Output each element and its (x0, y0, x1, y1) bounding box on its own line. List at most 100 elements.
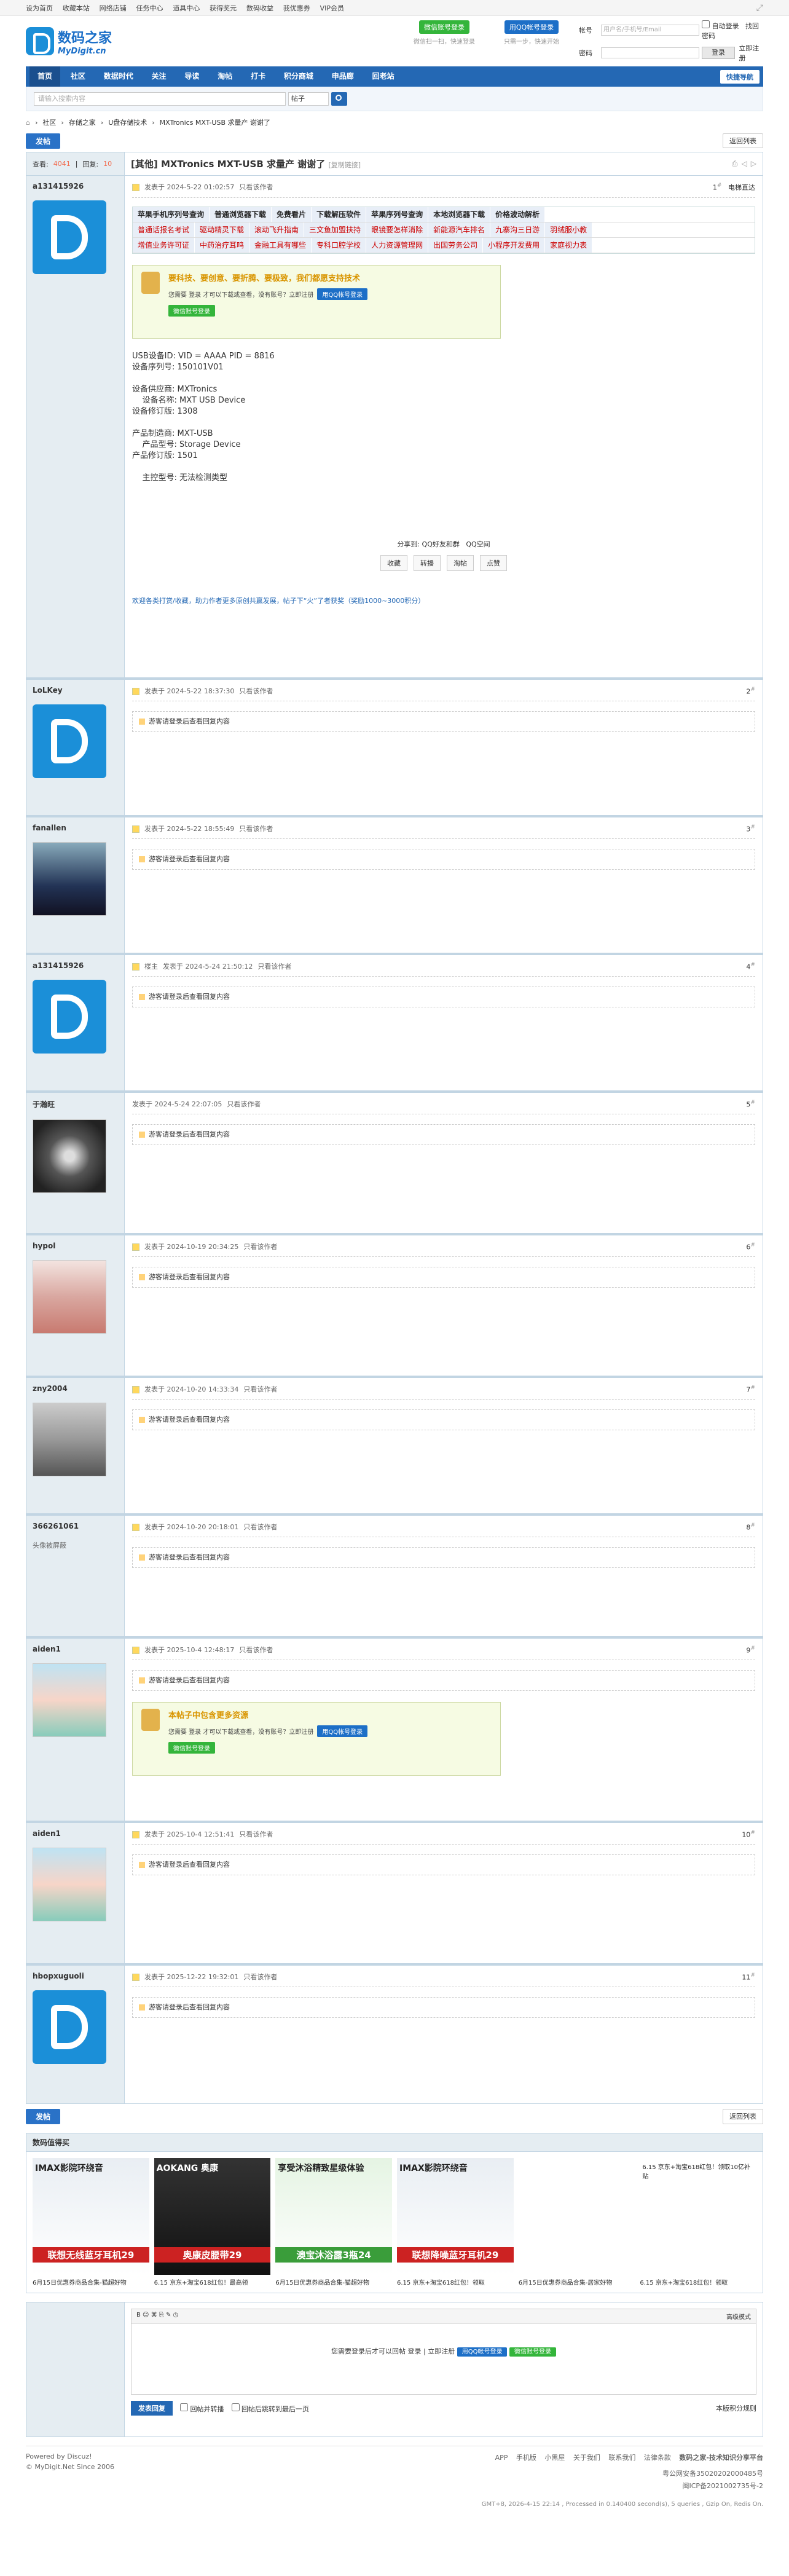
post-author[interactable]: 于瀚旺 (33, 1099, 118, 1109)
lock-text[interactable]: 游客请登录后查看回复内容 (149, 2003, 230, 2011)
vip-line[interactable]: 您需要 登录 才可以下载或查看，没有账号？立即注册 (168, 1727, 313, 1736)
only-author-link[interactable]: 只看该作者 (243, 1523, 277, 1531)
only-author-link[interactable]: 只看该作者 (243, 1385, 277, 1393)
recommend-item[interactable]: 享受沐浴精致星级体验 澳宝沐浴露3瓶24 6月15日优惠券商品合集-猫超好物 (275, 2158, 393, 2286)
footer-link[interactable]: 关于我们 (573, 2454, 600, 2462)
breadcrumb-item[interactable]: 社区 (42, 117, 56, 127)
send-reply-button[interactable]: 发表回复 (131, 2401, 173, 2416)
post-author[interactable]: a131415926 (33, 182, 118, 191)
taotie-button[interactable]: 淘帖 (447, 554, 474, 571)
ad-link[interactable]: 中药治疗耳鸣 (195, 237, 250, 253)
breadcrumb-item[interactable]: 存储之家 (69, 117, 96, 127)
lock-text[interactable]: 游客请登录后查看回复内容 (149, 1861, 230, 1869)
only-author-link[interactable]: 只看该作者 (227, 1100, 261, 1108)
post-author[interactable]: zny2004 (33, 1384, 118, 1393)
copy-link[interactable]: [复制链接] (328, 161, 361, 169)
login-button[interactable]: 登录 (702, 46, 736, 59)
ad-link[interactable]: 家庭视力表 (545, 237, 593, 253)
ad-link[interactable]: 人力资源管理网 (366, 237, 429, 253)
recommend-desc[interactable]: 6.15 京东+淘宝618红包！最高领 (154, 2277, 271, 2286)
qq-login-button[interactable]: 用QQ帐号登录 (457, 2347, 508, 2357)
avatar[interactable] (33, 1260, 106, 1334)
back-to-list-button[interactable]: 返回列表 (723, 2109, 763, 2124)
rules-link[interactable]: 本版积分规则 (716, 2403, 756, 2413)
avatar[interactable] (33, 200, 106, 274)
nav-home[interactable]: 首页 (29, 66, 61, 87)
avatar[interactable] (33, 1119, 106, 1193)
only-author-link[interactable]: 只看该作者 (239, 825, 273, 833)
ad-link[interactable]: 新能源汽车排名 (428, 222, 491, 237)
top-link[interactable]: 设为首页 (26, 4, 53, 12)
ad-link[interactable]: 三文鱼加盟扶持 (304, 222, 367, 237)
favorite-button[interactable]: 收藏 (380, 554, 407, 571)
print-icon[interactable]: ⎙ (732, 159, 738, 168)
only-author-link[interactable]: 只看该作者 (239, 1646, 273, 1654)
reply-editor[interactable]: B ☺ ⌘ ⎘ ✎ ◷ 高级模式 您需要登录后才可以回帖 登录 | 立即注册 用Q… (131, 2309, 756, 2395)
floor-number[interactable]: 10 (742, 1831, 750, 1839)
ad-link[interactable]: 滚动飞升指南 (249, 222, 305, 237)
lock-text[interactable]: 游客请登录后查看回复内容 (149, 1273, 230, 1281)
search-button[interactable] (331, 92, 347, 106)
recommend-item[interactable]: 6月15日优惠券商品合集-居家好物 (518, 2158, 635, 2286)
powered-by[interactable]: Powered by Discuz! (26, 2452, 114, 2460)
register-link[interactable]: 立即注册 (739, 43, 763, 63)
lock-text[interactable]: 游客请登录后查看回复内容 (149, 1553, 230, 1561)
qq-login-button[interactable]: 用QQ帐号登录 (317, 288, 368, 300)
ad-link[interactable]: 眼镜要怎样消除 (366, 222, 429, 237)
wechat-login-button[interactable]: 微信账号登录 (509, 2347, 556, 2357)
post-author[interactable]: aiden1 (33, 1829, 118, 1838)
password-input[interactable] (601, 47, 699, 58)
recommend-desc[interactable]: 6.15 京东+淘宝618红包！领取 (640, 2277, 756, 2286)
avatar[interactable] (33, 980, 106, 1054)
ad-link[interactable]: 免费看片 (272, 207, 312, 222)
nav-taotie[interactable]: 淘帖 (210, 66, 240, 87)
avatar[interactable] (33, 1990, 106, 2064)
ad-link[interactable]: 羽绒服小教 (545, 222, 593, 237)
avatar[interactable] (33, 704, 106, 778)
nav-mall[interactable]: 积分商城 (276, 66, 321, 87)
qq-share-link[interactable]: QQ好友和群 (422, 540, 460, 548)
footer-link[interactable]: 法律条款 (644, 2454, 671, 2462)
nav-oldsite[interactable]: 回老站 (364, 66, 402, 87)
footer-link[interactable]: 手机版 (516, 2454, 536, 2462)
lock-text[interactable]: 游客请登录后查看回复内容 (149, 1416, 230, 1424)
goto-floor[interactable]: 电梯直达 (728, 184, 755, 192)
autologin-checkbox[interactable] (702, 20, 710, 28)
recommend-desc[interactable]: 6月15日优惠券商品合集-猫超好物 (33, 2277, 149, 2286)
back-to-list-button[interactable]: 返回列表 (723, 133, 763, 148)
lock-text[interactable]: 游客请登录后查看回复内容 (149, 1676, 230, 1684)
home-icon[interactable]: ⌂ (26, 119, 30, 127)
thread-tag[interactable]: [其他] (131, 159, 158, 170)
recommend-desc[interactable]: 6月15日优惠券商品合集-居家好物 (519, 2277, 635, 2286)
recommend-item[interactable]: IMAX影院环绕音 联想无线蓝牙耳机29 6月15日优惠券商品合集-猫超好物 (33, 2158, 149, 2286)
expand-icon[interactable]: ⤢ (756, 3, 763, 13)
top-link[interactable]: 任务中心 (136, 4, 163, 12)
recommend-item[interactable]: IMAX影院环绕音 联想降噪蓝牙耳机29 6.15 京东+淘宝618红包！领取 (397, 2158, 514, 2286)
like-button[interactable]: 点赞 (480, 554, 507, 571)
wechat-login-button[interactable]: 微信账号登录 (419, 20, 469, 34)
top-link[interactable]: VIP会员 (320, 4, 344, 12)
post-author[interactable]: a131415926 (33, 961, 118, 970)
lock-text[interactable]: 游客请登录后查看回复内容 (149, 993, 230, 1001)
nav-checkin[interactable]: 打卡 (243, 66, 273, 87)
forward-button[interactable]: 转播 (414, 554, 441, 571)
only-author-link[interactable]: 只看该作者 (239, 687, 273, 695)
post-author[interactable]: LoLKey (33, 686, 118, 695)
ad-link[interactable]: 本地浏览器下载 (428, 207, 491, 222)
search-input[interactable]: 请输入搜索内容 (34, 92, 286, 106)
nav-community[interactable]: 社区 (63, 66, 93, 87)
top-link[interactable]: 我优惠券 (283, 4, 310, 12)
ad-link[interactable]: 小程序开发费用 (483, 237, 546, 253)
vip-line[interactable]: 您需要 登录 才可以下载或查看，没有账号？立即注册 (168, 290, 313, 299)
advanced-mode-link[interactable]: 高级模式 (726, 2312, 751, 2321)
nav-guide[interactable]: 导读 (176, 66, 207, 87)
lock-text[interactable]: 游客请登录后查看回复内容 (149, 855, 230, 863)
next-icon[interactable]: ▷ (751, 159, 756, 168)
ad-link[interactable]: 出国劳务公司 (428, 237, 484, 253)
police-record[interactable]: 粤公网安备35020202000485号 (489, 2468, 763, 2478)
icp-record[interactable]: 闽ICP备2021002735号-2 (489, 2481, 763, 2491)
floor-number[interactable]: 11 (742, 1974, 750, 1982)
nav-gallery[interactable]: 申品廊 (324, 66, 362, 87)
editor-toolbar-icons[interactable]: B ☺ ⌘ ⎘ ✎ ◷ (136, 2312, 178, 2321)
quick-nav-button[interactable]: 快捷导航 (720, 69, 760, 84)
